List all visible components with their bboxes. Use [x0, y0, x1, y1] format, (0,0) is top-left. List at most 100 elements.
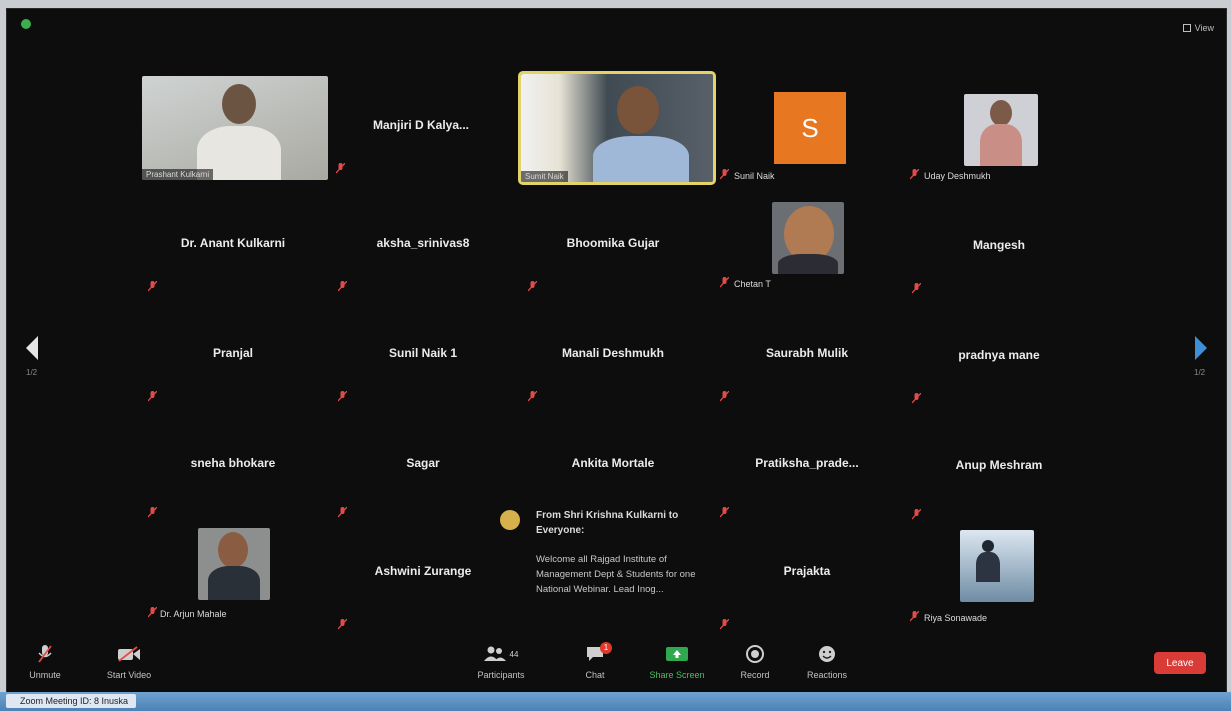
- participant-tile-13[interactable]: Saurabh Mulik: [714, 306, 900, 406]
- unmute-button[interactable]: Unmute: [10, 644, 80, 680]
- chat-sender: From Shri Krishna Kulkarni to Everyone:: [536, 510, 679, 536]
- participant-name: Saurabh Mulik: [765, 346, 848, 360]
- participant-tile-6[interactable]: aksha_srinivas8: [330, 196, 516, 296]
- muted-mic-icon: [338, 619, 347, 630]
- start-video-label: Start Video: [106, 670, 152, 680]
- participant-name: Dr. Arjun Mahale: [160, 609, 227, 619]
- muted-mic-icon: [528, 391, 537, 402]
- muted-mic-icon: [720, 507, 729, 518]
- chat-button[interactable]: 1 Chat: [560, 642, 630, 680]
- participant-video-2[interactable]: Sumit Naik: [518, 71, 716, 185]
- participant-name: Prajakta: [783, 564, 831, 578]
- participant-tile-18[interactable]: Pratiksha_prade...: [714, 416, 900, 518]
- participant-name: Mangesh: [972, 238, 1025, 252]
- participant-body: [593, 136, 689, 182]
- previous-page-button[interactable]: [22, 333, 44, 363]
- chat-notification[interactable]: From Shri Krishna Kulkarni to Everyone: …: [496, 504, 706, 619]
- participant-name: Sagar: [406, 456, 440, 470]
- share-screen-label: Share Screen: [649, 670, 705, 680]
- participant-name: Manali Deshmukh: [561, 346, 665, 360]
- participants-icon: [483, 646, 506, 661]
- video-off-icon: [118, 646, 140, 662]
- participant-tile-16[interactable]: Sagar: [330, 416, 516, 518]
- record-button[interactable]: Record: [720, 644, 790, 680]
- participant-name: Pratiksha_prade...: [755, 456, 859, 470]
- chevron-right-icon: [1195, 336, 1207, 360]
- participant-name: sneha bhokare: [190, 456, 276, 470]
- muted-mic-icon: [336, 163, 345, 174]
- muted-mic-icon: [528, 281, 537, 292]
- chat-message: Welcome all Rajgad Institute of Manageme…: [536, 554, 696, 595]
- reactions-label: Reactions: [806, 670, 848, 680]
- participant-tile-15[interactable]: sneha bhokare: [140, 416, 326, 518]
- participant-name: aksha_srinivas8: [376, 236, 470, 250]
- participant-name: Ankita Mortale: [571, 456, 655, 470]
- participant-tile-17[interactable]: Ankita Mortale: [520, 416, 706, 516]
- participant-tile-21[interactable]: Ashwini Zurange: [330, 524, 516, 630]
- chat-label: Chat: [585, 670, 605, 680]
- participants-button[interactable]: 44 Participants: [466, 644, 536, 680]
- muted-mic-icon: [720, 391, 729, 402]
- participant-tile-1[interactable]: Manjiri D Kalya...: [328, 78, 514, 178]
- participant-tile-12[interactable]: Manali Deshmukh: [520, 306, 706, 406]
- muted-mic-icon: [338, 281, 347, 292]
- page-indicator-right: 1/2: [1194, 368, 1206, 377]
- participant-name: Chetan T: [734, 279, 771, 289]
- participant-tile-20: Dr. Arjun Mahale: [140, 516, 326, 619]
- participant-name: Sunil Naik: [734, 171, 775, 181]
- participant-name: Bhoomika Gujar: [566, 236, 660, 250]
- participant-name: Sunil Naik 1: [388, 346, 458, 360]
- participant-head: [222, 84, 256, 124]
- participant-head: [617, 86, 659, 134]
- muted-mic-icon: [338, 507, 347, 518]
- record-label: Record: [740, 670, 770, 680]
- participant-tile-5[interactable]: Dr. Anant Kulkarni: [140, 196, 326, 296]
- participant-avatar-initial: S: [774, 92, 846, 164]
- muted-mic-icon: [910, 611, 919, 622]
- participant-tile-10[interactable]: Pranjal: [140, 306, 326, 406]
- participant-tile-8: Chetan T: [714, 186, 900, 289]
- participants-label: Participants: [477, 670, 525, 680]
- participant-name: Dr. Anant Kulkarni: [180, 236, 286, 250]
- taskbar-window-title[interactable]: Zoom Meeting ID: 8 Inuska: [6, 694, 137, 708]
- view-button[interactable]: View: [1182, 23, 1214, 33]
- start-video-button[interactable]: Start Video: [94, 644, 164, 680]
- participant-tile-23: Riya Sonawade: [904, 520, 1090, 623]
- view-button-label: View: [1194, 23, 1214, 33]
- participant-video-0[interactable]: Prashant Kulkarni: [142, 76, 328, 180]
- muted-mic-icon: [912, 509, 921, 520]
- muted-mic-icon: [38, 645, 52, 663]
- participants-count: 44: [509, 649, 519, 659]
- participant-tile-11[interactable]: Sunil Naik 1: [330, 306, 516, 406]
- leave-meeting-button[interactable]: Leave: [1154, 652, 1206, 674]
- participant-tile-22[interactable]: Prajakta: [714, 524, 900, 630]
- security-shield-icon[interactable]: [21, 19, 31, 29]
- muted-mic-icon: [148, 391, 157, 402]
- participant-name: pradnya mane: [958, 348, 1040, 362]
- participant-tile-4: Uday Deshmukh: [904, 78, 1090, 181]
- chat-unread-badge: 1: [600, 642, 612, 654]
- share-screen-button[interactable]: Share Screen: [642, 644, 712, 680]
- chat-sender-avatar: [500, 510, 520, 530]
- participant-tile-7[interactable]: Bhoomika Gujar: [520, 196, 706, 296]
- muted-mic-icon: [720, 277, 729, 288]
- unmute-label: Unmute: [29, 670, 61, 680]
- participant-caption: Prashant Kulkarni: [142, 169, 214, 180]
- muted-mic-icon: [912, 393, 921, 404]
- record-icon: [746, 645, 764, 663]
- meeting-toolbar: Unmute Start Video 44 Participants 1 Cha…: [0, 640, 1231, 683]
- participant-tile-19[interactable]: Anup Meshram: [906, 418, 1092, 520]
- reactions-button[interactable]: Reactions: [792, 644, 862, 680]
- muted-mic-icon: [148, 281, 157, 292]
- participant-tile-9[interactable]: Mangesh: [906, 198, 1092, 298]
- muted-mic-icon: [338, 391, 347, 402]
- reactions-smiley-icon: [819, 646, 835, 662]
- participant-tile-14[interactable]: pradnya mane: [906, 308, 1092, 408]
- participant-name: Ashwini Zurange: [374, 564, 472, 578]
- next-page-button[interactable]: [1190, 333, 1212, 363]
- muted-mic-icon: [912, 283, 921, 294]
- participant-caption: Sumit Naik: [521, 171, 568, 182]
- muted-mic-icon: [148, 607, 157, 618]
- participant-name: Riya Sonawade: [924, 613, 988, 623]
- page-indicator-left: 1/2: [26, 368, 38, 377]
